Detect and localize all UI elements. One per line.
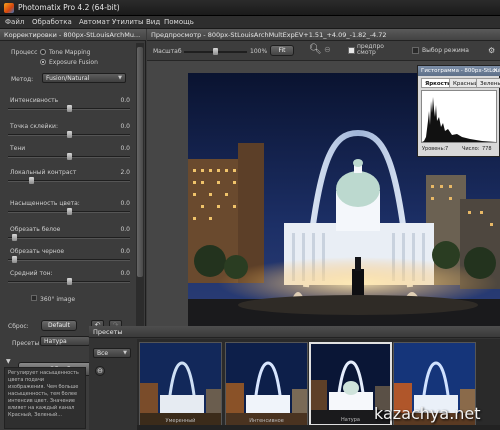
tab-green[interactable]: Зеленый	[476, 78, 500, 88]
tone-mapping-label: Tone Mapping	[49, 49, 91, 56]
method-select[interactable]: Fusion/Natural ▼	[42, 73, 126, 83]
slider-track[interactable]	[8, 208, 130, 215]
zoom-percent: 100%	[250, 48, 268, 55]
title-bar: Photomatix Pro 4.2 (64-bit)	[0, 0, 500, 16]
slider-thumb[interactable]	[67, 153, 72, 160]
slider-value: 0.0	[120, 200, 130, 207]
chevron-down-icon: ▼	[118, 75, 122, 81]
menu-file[interactable]: Файл	[5, 18, 24, 26]
watermark: kazachya.net	[374, 404, 481, 423]
slider-track[interactable]	[8, 131, 130, 138]
slider-thumb[interactable]	[67, 278, 72, 285]
slider-label: Тени	[10, 145, 26, 152]
image-360-checkbox[interactable]	[31, 295, 37, 301]
slider-track[interactable]	[8, 153, 130, 160]
slider-label: Обрезать черное	[10, 248, 65, 255]
window-title: Photomatix Pro 4.2 (64-bit)	[18, 3, 120, 12]
preview-panel: Предпросмотр - 800px-StLouisArchMultExpE…	[147, 29, 500, 326]
histogram-plot	[421, 90, 497, 143]
preview-header: Предпросмотр - 800px-StLouisArchMultExpE…	[147, 29, 500, 41]
zoom-in-icon[interactable]: 🔍︎	[309, 44, 322, 55]
image-360-label: 360° image	[40, 296, 76, 303]
histogram-count-value: 778	[482, 146, 492, 152]
slider-thumb[interactable]	[67, 105, 72, 112]
slider-thumb[interactable]	[12, 256, 17, 263]
fit-button[interactable]: Fit	[270, 45, 294, 56]
histogram-curve	[422, 97, 496, 142]
presets-filter-select[interactable]: Все ▼	[93, 348, 131, 358]
slider-label: Точка склейки:	[10, 123, 58, 130]
slider-value: 0.0	[120, 226, 130, 233]
slider-label: Насыщенность цвета:	[10, 200, 80, 207]
chevron-down-icon: ▼	[123, 350, 127, 356]
method-label: Метод:	[11, 76, 34, 83]
slider-label: Обрезать белое	[10, 226, 61, 233]
zoom-label: Масштаб	[153, 48, 182, 55]
zoom-slider[interactable]	[184, 48, 247, 55]
menu-help[interactable]: Помощь	[164, 18, 194, 26]
histogram-window[interactable]: Гистограмма - 800px-StLouisArchMultExpEV…	[417, 65, 500, 157]
menu-utilities[interactable]: Утилиты	[112, 18, 144, 26]
zoom-slider-thumb[interactable]	[213, 48, 218, 55]
presets-scrollbar[interactable]	[137, 425, 500, 430]
radio-tone-mapping[interactable]	[40, 49, 46, 55]
slider-label: Интенсивность	[10, 97, 59, 104]
histogram-level-value: 7	[445, 146, 449, 152]
preset-thumbnail[interactable]: Умеренный	[139, 342, 222, 426]
help-expand-icon[interactable]: ▼	[6, 358, 11, 365]
preview-check-label: предпро смотр	[357, 43, 384, 56]
presets-header: Пресеты	[89, 326, 500, 338]
exposure-fusion-label: Exposure Fusion	[49, 59, 98, 66]
slider-track[interactable]	[8, 256, 130, 263]
scrollbar-thumb[interactable]	[137, 47, 143, 277]
preview-toolbar: Масштаб 100% Fit 🔍︎ ⊖ предпро смотр Выбо…	[147, 41, 500, 61]
reset-label: Сброс:	[8, 323, 29, 330]
presets-label: Пресеты	[12, 340, 40, 347]
histogram-level-label: Уровень:	[422, 146, 446, 152]
menu-automate[interactable]: Автомат	[79, 18, 110, 26]
slider-value: 0.0	[120, 270, 130, 277]
gear-icon[interactable]: ⚙	[488, 46, 495, 55]
adjustments-header: Корректировки - 800px-StLouisArchMu...	[0, 29, 146, 41]
slider-label: Средний тон:	[10, 270, 53, 277]
slider-label: Локальный контраст	[10, 169, 77, 176]
app-icon	[4, 3, 14, 13]
slider-thumb[interactable]	[67, 131, 72, 138]
close-icon[interactable]: ✕	[493, 67, 498, 74]
presets-select[interactable]: Натура	[40, 336, 90, 346]
slider-track[interactable]	[8, 234, 130, 241]
radio-exposure-fusion[interactable]	[40, 59, 46, 65]
reset-default-button[interactable]: Default	[41, 320, 77, 331]
slider-thumb[interactable]	[29, 177, 34, 184]
adjustments-scrollbar[interactable]	[136, 43, 144, 339]
slider-value: 2.0	[120, 169, 130, 176]
slider-thumb[interactable]	[67, 208, 72, 215]
process-label: Процесс	[11, 49, 38, 56]
preset-thumbnail[interactable]: Интенсивное	[225, 342, 308, 426]
mode-checkbox[interactable]	[412, 47, 419, 54]
slider-track[interactable]	[8, 177, 130, 184]
preset-options-icon[interactable]: ⊖	[95, 366, 105, 376]
slider-value: 0.0	[120, 248, 130, 255]
mode-check-label: Выбор режима	[422, 47, 469, 54]
histogram-title: Гистограмма - 800px-StLouisArchMultExpEV…	[418, 66, 500, 76]
slider-track[interactable]	[8, 278, 130, 285]
slider-track[interactable]	[8, 105, 130, 112]
zoom-out-icon[interactable]: ⊖	[324, 45, 331, 54]
menu-view[interactable]: Вид	[146, 18, 160, 26]
menu-bar: Файл Обработка Автомат Утилиты Вид Помощ…	[0, 16, 500, 29]
slider-value: 0.0	[120, 123, 130, 130]
histogram-count-label: Число:	[462, 146, 480, 152]
preview-checkbox[interactable]	[348, 47, 355, 54]
help-text: Регулирует насыщенность цвета подачи изо…	[4, 367, 86, 429]
menu-processing[interactable]: Обработка	[32, 18, 72, 26]
slider-thumb[interactable]	[12, 234, 17, 241]
slider-value: 0.0	[120, 97, 130, 104]
slider-value: 0.0	[120, 145, 130, 152]
